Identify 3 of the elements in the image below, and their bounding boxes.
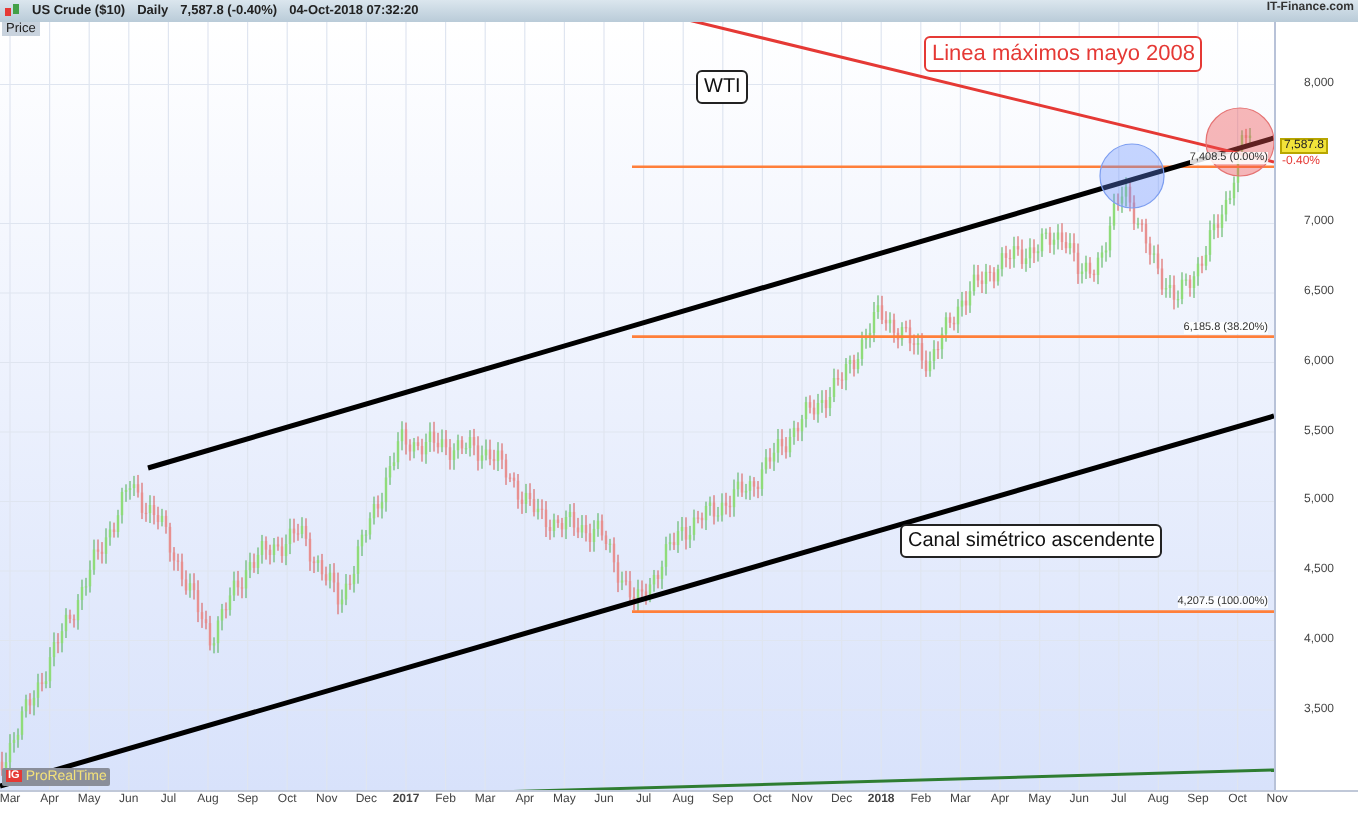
chart-annotation: Linea máximos mayo 2008: [924, 35, 1203, 72]
chart-annotation: Canal simétrico ascendente: [900, 523, 1163, 558]
chart-annotation: WTI: [696, 69, 749, 104]
